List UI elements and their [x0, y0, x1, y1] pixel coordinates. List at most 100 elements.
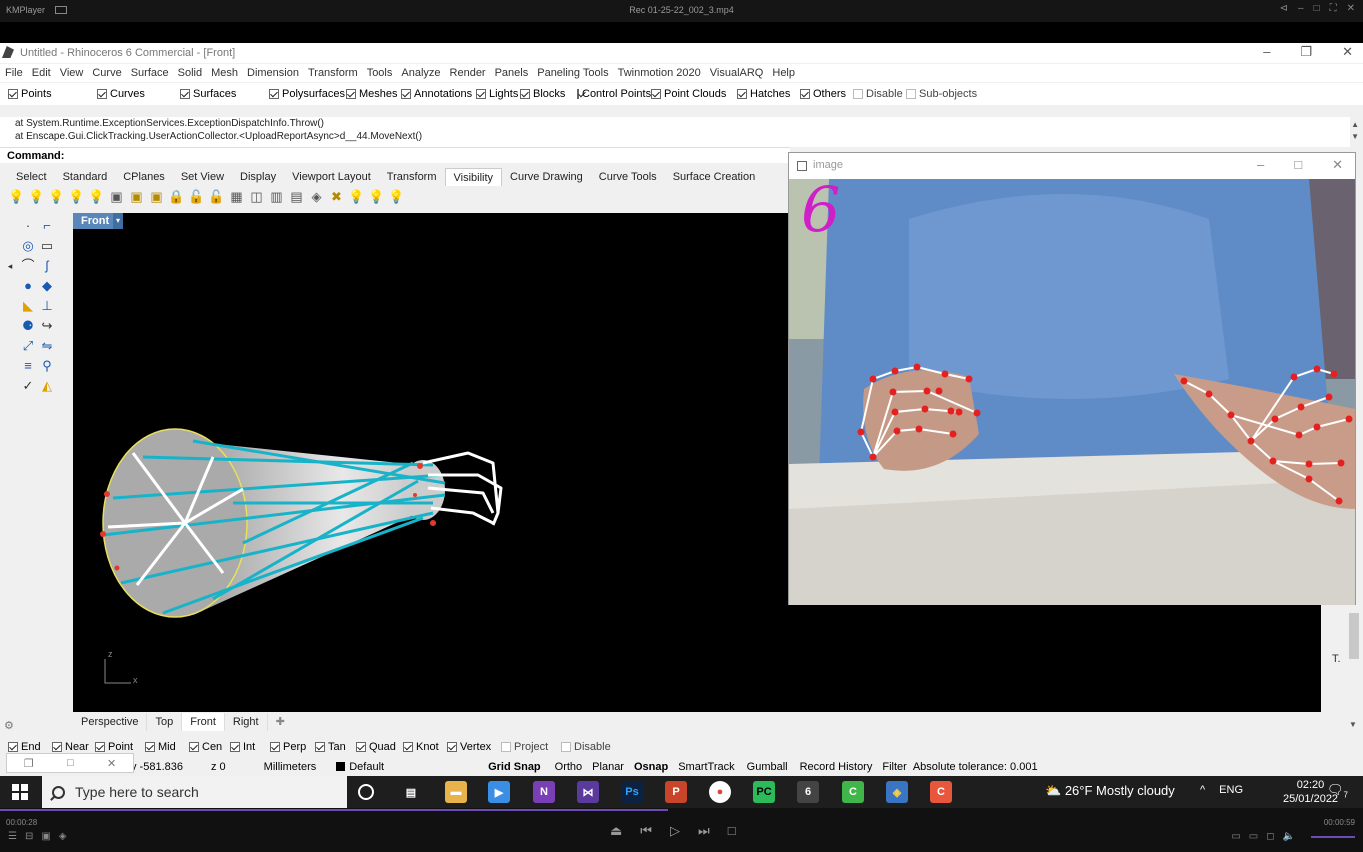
filter-hatches[interactable]: Hatches	[737, 83, 800, 105]
menu-twinmotion-2020[interactable]: Twinmotion 2020	[618, 64, 701, 82]
show-layer-icon[interactable]: 💡	[348, 189, 365, 206]
check-icon[interactable]: ✓	[20, 379, 36, 393]
rectangle-icon[interactable]: ▭	[39, 239, 55, 253]
analyze-icon[interactable]: ◭	[39, 379, 55, 393]
menu-render[interactable]: Render	[450, 64, 486, 82]
orange-app-icon[interactable]: C	[930, 781, 952, 803]
volume-slider[interactable]	[1311, 836, 1355, 838]
stop-icon[interactable]: □	[728, 823, 736, 839]
menu-edit[interactable]: Edit	[32, 64, 51, 82]
hide-points-icon[interactable]: 💡	[88, 189, 105, 206]
checkbox-icon[interactable]	[189, 742, 199, 752]
sphere-icon[interactable]: ●	[20, 279, 36, 293]
checkbox-icon[interactable]	[315, 742, 325, 752]
checkbox-icon[interactable]	[8, 742, 18, 752]
eject-icon[interactable]: ⏏	[610, 823, 622, 839]
osnap-toggle[interactable]: Osnap	[630, 758, 672, 776]
unlock-selected-icon[interactable]: 🔓	[208, 189, 225, 206]
tab-select[interactable]: Select	[8, 168, 55, 186]
visual-studio-icon[interactable]: ⋈	[577, 781, 599, 803]
media-app-icon[interactable]: ▶	[488, 781, 510, 803]
checkbox-icon[interactable]	[577, 89, 579, 99]
checkbox-icon[interactable]	[346, 89, 356, 99]
point-icon[interactable]: ·	[20, 219, 36, 233]
player-right-tools[interactable]: ▭▭◻🔈	[1231, 831, 1303, 842]
curve-icon[interactable]: ʃ	[39, 259, 55, 273]
fullscreen-icon[interactable]: ⛶	[1330, 3, 1337, 14]
circle-icon[interactable]: ◎	[20, 239, 36, 253]
pin-icon[interactable]: ⊲	[1280, 3, 1288, 14]
checkbox-icon[interactable]	[651, 89, 661, 99]
osnap-project[interactable]: Project	[501, 738, 557, 756]
filter-sub-objects[interactable]: Sub-objects	[906, 83, 996, 105]
tab-set-view[interactable]: Set View	[173, 168, 232, 186]
restore-icon[interactable]: □	[1314, 3, 1320, 14]
show-points-icon[interactable]: ▣	[108, 189, 125, 206]
close-icon[interactable]: ✕	[107, 757, 116, 770]
menu-file[interactable]: File	[5, 64, 23, 82]
taskbar-search[interactable]: Type here to search	[42, 776, 347, 808]
show-grips-icon[interactable]: ▥	[268, 189, 285, 206]
tab-transform[interactable]: Transform	[379, 168, 445, 186]
tab-curve-drawing[interactable]: Curve Drawing	[502, 168, 591, 186]
notification-icon[interactable]: 🗨7	[1327, 782, 1348, 800]
gumball-toggle[interactable]: Gumball	[741, 758, 794, 776]
viewport-tab-top[interactable]: Top	[147, 713, 183, 731]
filter-others[interactable]: Others	[800, 83, 853, 105]
command-prompt[interactable]: Command:	[0, 147, 790, 163]
next-icon[interactable]: ⏭	[698, 823, 710, 839]
delete-hidden-icon[interactable]: ✖	[328, 189, 345, 206]
filter-toggle[interactable]: Filter	[878, 758, 910, 776]
checkbox-icon[interactable]	[8, 89, 18, 99]
menu-analyze[interactable]: Analyze	[401, 64, 440, 82]
filter-curves[interactable]: Curves	[97, 83, 180, 105]
lock-swap-icon[interactable]: ▦	[228, 189, 245, 206]
menu-visualarq[interactable]: VisualARQ	[710, 64, 764, 82]
filter-annotations[interactable]: Annotations	[401, 83, 476, 105]
filter-points[interactable]: Points	[8, 83, 97, 105]
ortho-toggle[interactable]: Ortho	[551, 758, 587, 776]
viewport-dropdown-icon[interactable]: ▾	[113, 213, 123, 229]
checkbox-icon[interactable]	[906, 89, 916, 99]
windows-start-icon[interactable]	[12, 784, 28, 800]
menu-help[interactable]: Help	[772, 64, 795, 82]
filter-meshes[interactable]: Meshes	[346, 83, 401, 105]
checkbox-icon[interactable]	[447, 742, 457, 752]
gumball-icon[interactable]: ⚲	[39, 359, 55, 373]
scroll-down-icon[interactable]: ▼	[1349, 720, 1357, 729]
arc-icon[interactable]: ⌒	[20, 259, 36, 273]
unlock-icon[interactable]: 🔓	[188, 189, 205, 206]
filter-lights[interactable]: Lights	[476, 83, 520, 105]
restore-icon[interactable]: ❐	[24, 757, 34, 770]
minimize-icon[interactable]: –	[1298, 3, 1304, 14]
planar-toggle[interactable]: Planar	[586, 758, 630, 776]
menu-panels[interactable]: Panels	[495, 64, 529, 82]
menu-mesh[interactable]: Mesh	[211, 64, 238, 82]
minimize-icon[interactable]: –	[1263, 44, 1270, 60]
checkbox-icon[interactable]	[401, 89, 411, 99]
hide-swap-icon[interactable]: 💡	[48, 189, 65, 206]
units[interactable]: Millimeters	[236, 758, 327, 776]
onenote-icon[interactable]: N	[533, 781, 555, 803]
lock-points-icon[interactable]: ◫	[248, 189, 265, 206]
osnap-vertex[interactable]: Vertex	[447, 738, 497, 756]
seek-bar[interactable]	[0, 809, 668, 811]
photoshop-icon[interactable]: Ps	[621, 781, 643, 803]
tab-curve-tools[interactable]: Curve Tools	[591, 168, 665, 186]
cortana-icon[interactable]	[358, 784, 374, 800]
chevron-up-icon[interactable]: ^	[1200, 784, 1205, 796]
show-bulb-icon[interactable]: 💡	[8, 189, 25, 206]
tab-display[interactable]: Display	[232, 168, 284, 186]
osnap-knot[interactable]: Knot	[403, 738, 443, 756]
player-left-tools[interactable]: ☰⊟▣◈	[8, 831, 74, 842]
menu-curve[interactable]: Curve	[92, 64, 121, 82]
checkbox-icon[interactable]	[800, 89, 810, 99]
close-icon[interactable]: ✕	[1347, 3, 1355, 14]
menu-surface[interactable]: Surface	[131, 64, 169, 82]
current-layer[interactable]: Default	[326, 758, 394, 776]
close-icon[interactable]: ✕	[1332, 157, 1343, 173]
checkbox-icon[interactable]	[853, 89, 863, 99]
boolean-icon[interactable]: ⚈	[20, 319, 36, 333]
viewport-tab-front[interactable]: Front	[182, 713, 225, 731]
checkbox-icon[interactable]	[270, 742, 280, 752]
